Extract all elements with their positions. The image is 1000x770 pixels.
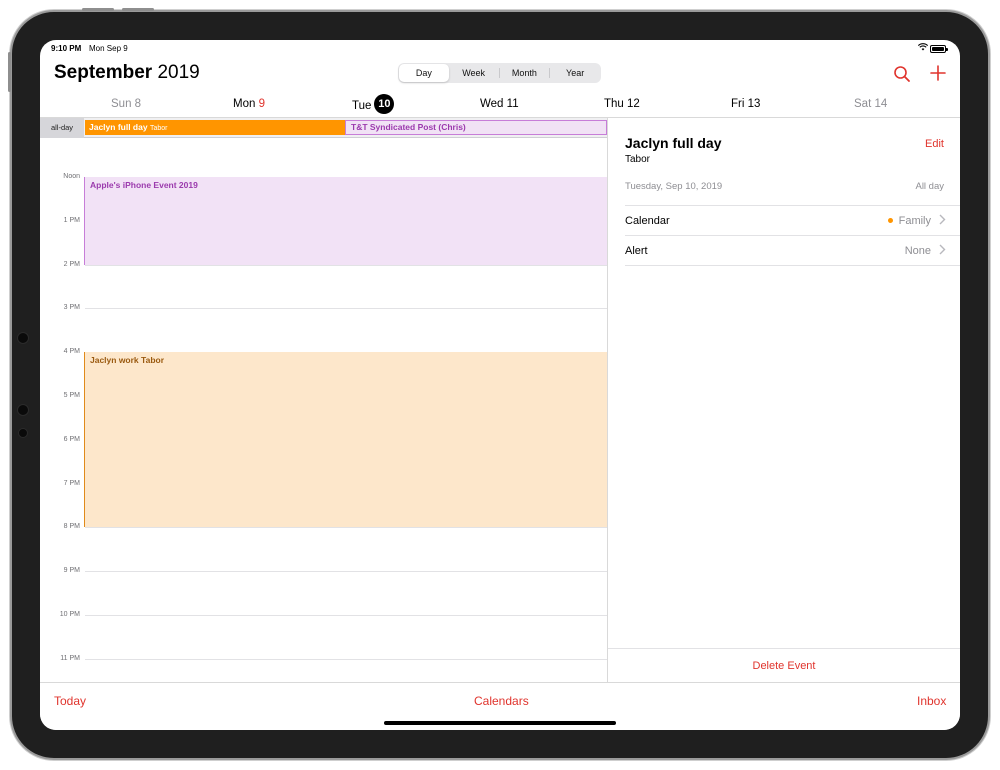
calendar-row[interactable]: Calendar Family [625,205,960,235]
event-iphone-2019[interactable]: Apple's iPhone Event 2019 [84,177,607,265]
delete-event-button[interactable]: Delete Event [608,648,960,682]
event-location: Tabor [149,125,168,132]
calendars-button[interactable]: Calendars [474,694,529,708]
volume-button [8,52,11,92]
tab-year[interactable]: Year [550,64,600,82]
detail-duration: All day [915,181,944,192]
day-fri[interactable]: Fri 13 [731,98,760,110]
event-jaclyn-full-day[interactable]: Jaclyn full day Tabor [85,120,345,135]
hour-label: 8 PM [63,523,80,530]
hour-label: 4 PM [63,348,80,355]
all-day-label: all-day [40,118,84,138]
hour-label: 1 PM [63,217,80,224]
detail-date: Tuesday, Sep 10, 2019 [625,181,723,192]
inbox-button[interactable]: Inbox [917,694,946,708]
chevron-right-icon [939,244,946,258]
tab-week[interactable]: Week [449,64,499,82]
camera-icon [17,332,29,344]
tab-month[interactable]: Month [500,64,550,82]
hour-label: 5 PM [63,392,80,399]
status-bar: 9:10 PM Mon Sep 9 [40,40,960,56]
hour-label: Noon [63,173,80,180]
hour-label: 3 PM [63,304,80,311]
today-button[interactable]: Today [54,694,86,708]
top-button [82,8,114,11]
edit-button[interactable]: Edit [925,138,944,150]
status-time: 9:10 PM [51,44,82,53]
hour-line [85,308,607,309]
hour-line [85,571,607,572]
screen: 9:10 PM Mon Sep 9 September 2019 Day Wee… [40,40,960,730]
today-circle: 10 [374,94,395,114]
week-day-strip: Sun 8 Mon 9 Tue 10 Wed 11 Thu 12 Fri 13 S… [40,93,960,118]
plus-icon[interactable] [929,64,947,82]
bottom-toolbar: Today Calendars Inbox [40,682,960,730]
wifi-icon [917,43,929,53]
search-icon[interactable] [893,65,911,83]
calendar-value: Family [887,215,931,227]
divider [625,265,960,266]
event-jaclyn-work[interactable]: Jaclyn work Tabor [84,352,607,527]
battery-icon [930,45,948,53]
month-label: September [54,62,153,83]
event-tt-syndicated[interactable]: T&T Syndicated Post (Chris) [345,120,607,135]
hour-line [85,265,607,266]
hour-label: 9 PM [63,567,80,574]
event-detail-panel: Jaclyn full day Edit Tabor Tuesday, Sep … [608,118,960,682]
day-wed[interactable]: Wed 11 [480,98,519,110]
hour-line [85,659,607,660]
status-date: Mon Sep 9 [89,44,128,53]
page-title: September 2019 [54,62,200,84]
hour-label: 2 PM [63,261,80,268]
chevron-right-icon [939,214,946,228]
camera-icon [18,428,28,438]
day-thu[interactable]: Thu 12 [604,98,640,110]
family-dot-icon [887,217,893,223]
hour-label: 7 PM [63,480,80,487]
camera-icon [17,404,29,416]
hour-label: 6 PM [63,436,80,443]
alert-row[interactable]: Alert None [625,235,960,265]
top-button [122,8,154,11]
view-switcher: Day Week Month Year [398,63,601,83]
hour-label: 11 PM [60,655,80,662]
event-title: Jaclyn full day [89,122,148,132]
hour-label: 10 PM [59,611,80,618]
day-timeline[interactable]: Noon 1 PM 2 PM 3 PM 4 PM 5 PM 6 PM 7 PM … [40,138,607,682]
alert-label: Alert [625,245,648,257]
day-sat[interactable]: Sat 14 [854,98,887,110]
all-day-row: all-day Jaclyn full day Tabor T&T Syndic… [40,118,607,138]
hour-line [85,527,607,528]
detail-title: Jaclyn full day [625,135,722,151]
calendar-label: Calendar [625,215,670,227]
day-tue[interactable]: Tue 10 [352,94,395,114]
detail-location: Tabor [625,154,651,165]
day-sun[interactable]: Sun 8 [111,98,141,110]
tab-day[interactable]: Day [399,64,449,82]
alert-value: None [904,245,931,257]
year-label: 2019 [157,62,200,83]
home-indicator[interactable] [384,721,616,725]
hour-line [85,615,607,616]
day-mon[interactable]: Mon 9 [233,98,265,110]
